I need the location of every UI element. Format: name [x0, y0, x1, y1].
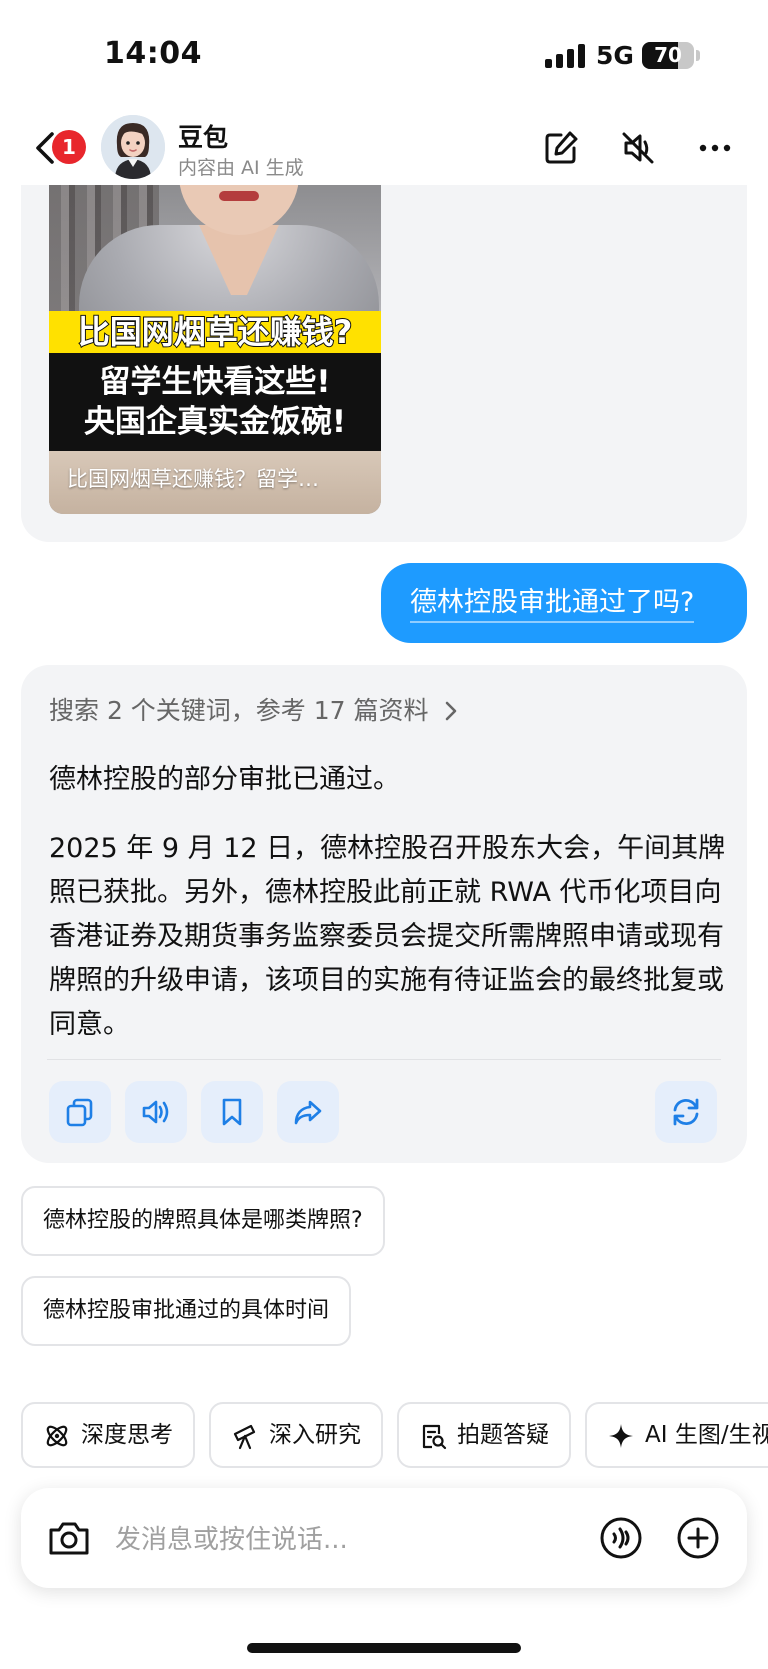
camera-icon[interactable] — [47, 1518, 91, 1558]
regenerate-button[interactable] — [655, 1081, 717, 1143]
unread-badge: 1 — [52, 130, 86, 164]
home-indicator — [247, 1643, 521, 1653]
battery-cap — [696, 50, 700, 61]
bookmark-button[interactable] — [201, 1081, 263, 1143]
battery-percent: 70 — [654, 43, 682, 67]
status-time: 14:04 — [104, 36, 202, 71]
thumbnail-subtitle-banner: 留学生快看这些! 央国企真实金饭碗! — [49, 353, 381, 451]
message-input-bar[interactable]: 发消息或按住说话... — [21, 1488, 747, 1588]
reply-paragraph-2: 2025 年 9 月 12 日，德林控股召开股东大会，午间其牌照已获批。另外，德… — [49, 833, 726, 1040]
assistant-reply-card: 搜索 2 个关键词，参考 17 篇资料 德林控股的部分审批已通过。 2025 年… — [21, 665, 747, 1163]
chip-label: 深度思考 — [81, 1422, 173, 1448]
chip-deep-research[interactable]: 深入研究 — [209, 1402, 383, 1468]
refresh-icon — [673, 1098, 699, 1126]
thumbnail-lips — [219, 191, 259, 201]
copy-icon — [66, 1098, 93, 1127]
bookmark-icon — [222, 1098, 242, 1126]
more-icon[interactable] — [695, 128, 735, 168]
edit-icon[interactable] — [541, 128, 581, 168]
avatar[interactable] — [101, 115, 165, 179]
chip-label: 深入研究 — [269, 1422, 361, 1448]
battery-icon: 70 — [642, 42, 694, 69]
video-caption: 比国网烟草还赚钱？留学… — [67, 467, 319, 491]
chip-label: 拍题答疑 — [457, 1422, 549, 1448]
suggestion-2[interactable]: 德林控股审批通过的具体时间 — [21, 1276, 352, 1346]
chevron-right-icon — [446, 701, 457, 721]
voice-call-icon[interactable] — [599, 1516, 643, 1560]
copy-button[interactable] — [49, 1081, 111, 1143]
mute-speaker-icon[interactable] — [618, 128, 658, 168]
bot-subtitle: 内容由 AI 生成 — [178, 157, 304, 179]
video-thumbnail[interactable]: 比国网烟草还赚钱? 留学生快看这些! 央国企真实金饭碗! 比国网烟草还赚钱？留学… — [49, 185, 381, 514]
divider — [47, 1059, 721, 1060]
status-bar: 14:04 5G 70 — [0, 0, 768, 110]
message-input[interactable]: 发消息或按住说话... — [115, 1519, 348, 1556]
read-aloud-button[interactable] — [125, 1081, 187, 1143]
telescope-icon — [233, 1424, 256, 1450]
bot-name: 豆包 — [178, 123, 229, 152]
thumbnail-title-1: 比国网烟草还赚钱? — [77, 312, 354, 352]
sparkle-icon — [609, 1424, 633, 1448]
avatar-illustration — [101, 115, 165, 179]
user-message-bubble[interactable]: 德林控股审批通过了吗? — [381, 563, 747, 643]
search-summary-text: 搜索 2 个关键词，参考 17 篇资料 — [49, 696, 429, 725]
thumbnail-title-banner: 比国网烟草还赚钱? — [49, 311, 381, 353]
search-summary[interactable]: 搜索 2 个关键词，参考 17 篇资料 — [49, 691, 460, 727]
thumbnail-title-3: 央国企真实金饭碗! — [83, 404, 347, 440]
chip-ai-image[interactable]: AI 生图/生视频 — [585, 1402, 768, 1468]
share-icon — [294, 1100, 322, 1125]
document-search-icon — [422, 1424, 447, 1450]
share-button[interactable] — [277, 1081, 339, 1143]
chip-label: AI 生图/生视频 — [645, 1422, 768, 1448]
thumbnail-title-2: 留学生快看这些! — [99, 364, 331, 400]
plus-circle-icon[interactable] — [676, 1516, 720, 1560]
atom-icon — [46, 1425, 68, 1447]
suggestion-1[interactable]: 德林控股的牌照具体是哪类牌照? — [21, 1186, 385, 1256]
user-message-text: 德林控股审批通过了吗? — [410, 587, 695, 623]
chat-header: 1 豆包 内容由 AI 生成 — [0, 110, 768, 185]
chip-photo-question[interactable]: 拍题答疑 — [397, 1402, 571, 1468]
signal-icon — [545, 44, 585, 68]
speaker-icon — [142, 1100, 169, 1124]
reply-paragraph-1: 德林控股的部分审批已通过。 — [49, 764, 400, 795]
network-type: 5G — [596, 41, 634, 70]
chip-deep-thinking[interactable]: 深度思考 — [21, 1402, 195, 1468]
